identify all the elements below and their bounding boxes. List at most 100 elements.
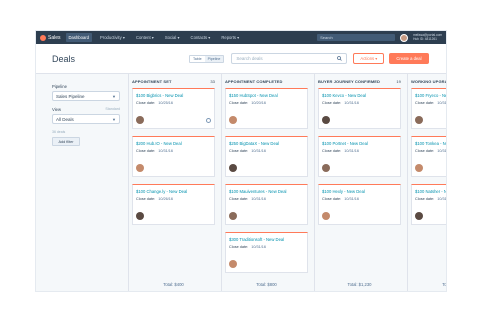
deal-name-link[interactable]: $100 Natsher - New Deal bbox=[415, 189, 446, 194]
column-header: Working upgrade bbox=[408, 74, 446, 88]
nav-contacts[interactable]: Contacts ▾ bbox=[188, 33, 214, 42]
deal-card[interactable]: $150 HubSpot - New Deal Close date: 10/20/… bbox=[225, 88, 308, 129]
owner-avatar[interactable] bbox=[415, 116, 423, 124]
deal-card[interactable]: $100 Natsher - New Deal Close date:10/31/… bbox=[411, 184, 446, 225]
close-date-label: Close date: bbox=[415, 197, 435, 201]
deals-search-input[interactable]: Search deals bbox=[231, 53, 348, 64]
brand[interactable]: Sales bbox=[40, 34, 61, 41]
owner-avatar[interactable] bbox=[415, 212, 423, 220]
deal-name-link[interactable]: $100 Bigbrics - New Deal bbox=[136, 93, 211, 98]
close-date-label: Close date: bbox=[322, 101, 342, 105]
pipeline-column: Buyer journey confirmed 19 $100 Kevco - Ne… bbox=[314, 74, 404, 291]
create-deal-button[interactable]: Create a deal bbox=[389, 53, 429, 64]
owner-avatar[interactable] bbox=[229, 116, 237, 124]
owner-avatar[interactable] bbox=[136, 212, 144, 220]
close-date-label: Close date: bbox=[229, 101, 249, 105]
close-date-value: 10/31/16 bbox=[344, 197, 359, 201]
card-accent bbox=[323, 184, 334, 185]
account-info[interactable]: melissa@portal.com Hub ID: 4811261 bbox=[413, 33, 442, 41]
nav-content[interactable]: Content ▾ bbox=[133, 33, 157, 42]
close-date-value: 10/31/16 bbox=[344, 101, 359, 105]
nav-dashboard[interactable]: Dashboard bbox=[65, 33, 93, 42]
close-date-label: Close date: bbox=[415, 149, 435, 153]
column-title: Appointment set bbox=[132, 78, 172, 84]
add-filter-button[interactable]: Add filter bbox=[52, 137, 80, 146]
owner-avatar[interactable] bbox=[229, 212, 237, 220]
owner-avatar[interactable] bbox=[322, 164, 330, 172]
card-accent bbox=[137, 184, 148, 185]
deal-card[interactable]: $100 Kevco - New Deal Close date: 10/31/16 bbox=[318, 88, 401, 129]
deal-card[interactable]: $300 Traditionsoft - New Deal Close date:… bbox=[225, 232, 308, 273]
filter-sidebar: Pipeline Sales Pipeline ▼ View Standard … bbox=[36, 74, 128, 291]
nav-reports[interactable]: Reports ▾ bbox=[218, 33, 242, 42]
deal-card[interactable]: $100 Mauiventures - New Deal Close date: 1… bbox=[225, 184, 308, 225]
hubspot-logo-icon bbox=[40, 34, 46, 41]
deal-card[interactable]: $250 BigDataX - New Deal Close date: 10/31… bbox=[225, 136, 308, 177]
close-date-value: 10/31/16 bbox=[251, 197, 266, 201]
deal-card[interactable]: $100 Hexly - New Deal Close date: 10/31/16 bbox=[318, 184, 401, 225]
column-header: Appointment set 33 bbox=[129, 74, 218, 88]
nav-search-input[interactable]: Search bbox=[317, 34, 396, 41]
view-toggle: Table Pipeline bbox=[189, 54, 225, 63]
view-pipeline-button[interactable]: Pipeline bbox=[204, 55, 224, 62]
column-title: Buyer journey confirmed bbox=[318, 78, 381, 84]
close-date: Close date:10/31/16 bbox=[229, 149, 304, 153]
actions-button[interactable]: Actions ▾ bbox=[353, 53, 385, 64]
column-title: Appointment completed bbox=[225, 78, 283, 84]
deal-card[interactable]: $100 Tonkea - New Deal Close date:10/31/1… bbox=[411, 136, 446, 177]
owner-avatar[interactable] bbox=[322, 212, 330, 220]
card-accent bbox=[416, 184, 427, 185]
deal-name-link[interactable]: $100 Kevco - New Deal bbox=[322, 93, 397, 98]
column-total: Total: $400 bbox=[163, 282, 184, 287]
owner-avatar[interactable] bbox=[136, 164, 144, 172]
deal-name-link[interactable]: $100 Mauiventures - New Deal bbox=[229, 189, 304, 194]
nav-social[interactable]: Social ▾ bbox=[162, 33, 183, 42]
owner-avatar[interactable] bbox=[322, 116, 330, 124]
top-navigation: Sales Dashboard Productivity ▾ Content ▾… bbox=[36, 31, 446, 44]
card-accent bbox=[137, 136, 148, 137]
pipeline-column: Appointment set 33 $100 Bigbrics - New Dea… bbox=[128, 74, 218, 291]
nav-productivity[interactable]: Productivity ▾ bbox=[97, 33, 128, 42]
deal-card[interactable]: $100 Change.ly - New Deal Close date: 10/2… bbox=[132, 184, 215, 225]
owner-avatar[interactable] bbox=[229, 260, 237, 268]
deal-name-link[interactable]: $100 Portnet - New Deal bbox=[322, 141, 397, 146]
user-avatar[interactable] bbox=[400, 33, 409, 42]
deal-name-link[interactable]: $100 Fryeco - New Deal bbox=[415, 93, 446, 98]
column-title: Working upgrade bbox=[411, 78, 446, 84]
close-date-label: Close date: bbox=[322, 197, 342, 201]
deal-name-link[interactable]: $150 HubSpot - New Deal bbox=[229, 93, 304, 98]
deal-name-link[interactable]: $200 Hub.IO - New Deal bbox=[136, 141, 211, 146]
deal-card[interactable]: $100 Fryeco - New Deal Close date:10/31/1… bbox=[411, 88, 446, 129]
close-date: Close date: 10/20/16 bbox=[229, 101, 304, 105]
page-header: Deals Table Pipeline Search deals Action… bbox=[36, 44, 446, 74]
column-total: Total: $1,230 bbox=[347, 282, 372, 287]
pipeline-select[interactable]: Sales Pipeline ▼ bbox=[52, 91, 120, 101]
deal-name-link[interactable]: $100 Tonkea - New Deal bbox=[415, 141, 446, 146]
close-date: Close date: 10/25/16 bbox=[136, 101, 211, 105]
pipeline-column: Appointment completed $150 HubSpot - New … bbox=[221, 74, 311, 291]
deal-name-link[interactable]: $250 BigDataX - New Deal bbox=[229, 141, 304, 146]
card-accent bbox=[323, 136, 334, 137]
owner-avatar[interactable] bbox=[415, 164, 423, 172]
deal-card[interactable]: $200 Hub.IO - New Deal Close date: 10/31/1… bbox=[132, 136, 215, 177]
view-select[interactable]: All Deals ▼ bbox=[52, 114, 120, 124]
card-accent bbox=[230, 184, 241, 185]
close-date-label: Close date: bbox=[415, 101, 435, 105]
owner-avatar[interactable] bbox=[229, 164, 237, 172]
deal-name-link[interactable]: $100 Change.ly - New Deal bbox=[136, 189, 211, 194]
chevron-down-icon: ▼ bbox=[112, 93, 116, 99]
close-date-value: 10/31/16 bbox=[437, 101, 446, 105]
column-total: Total: $800 bbox=[256, 282, 277, 287]
deal-name-link[interactable]: $100 Hexly - New Deal bbox=[322, 189, 397, 194]
deal-card[interactable]: $100 Portnet - New Deal Close date: 10/31/… bbox=[318, 136, 401, 177]
owner-avatar[interactable] bbox=[136, 116, 144, 124]
close-date-label: Close date: bbox=[136, 149, 156, 153]
card-accent bbox=[230, 136, 241, 137]
card-accent bbox=[416, 88, 427, 89]
deal-name-link[interactable]: $300 Traditionsoft - New Deal bbox=[229, 237, 304, 242]
drag-handle-icon[interactable] bbox=[206, 118, 211, 123]
deal-card[interactable]: $100 Bigbrics - New Deal Close date: 10/25… bbox=[132, 88, 215, 129]
column-count: 33 bbox=[210, 78, 215, 84]
view-table-button[interactable]: Table bbox=[190, 56, 205, 62]
pipeline-select-value: Sales Pipeline bbox=[56, 93, 85, 99]
